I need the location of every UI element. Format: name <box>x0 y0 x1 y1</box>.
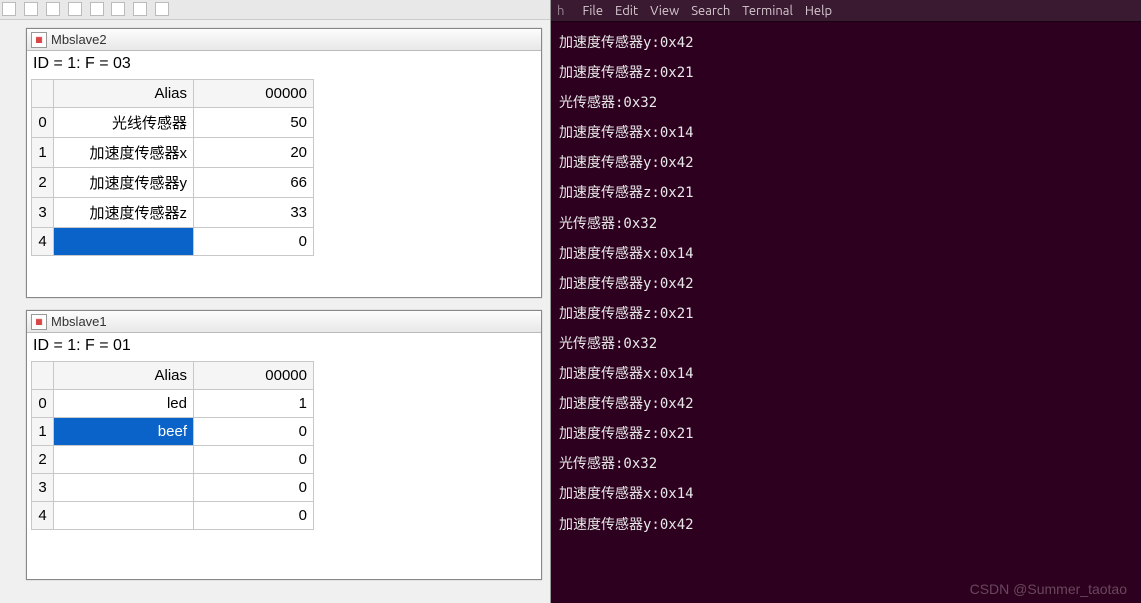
value-cell[interactable]: 0 <box>194 418 314 446</box>
table-row[interactable]: 40 <box>32 228 314 256</box>
table-row[interactable]: 0led1 <box>32 390 314 418</box>
header-blank <box>32 80 54 108</box>
subheader: ID = 1: F = 01 <box>27 333 541 359</box>
title-hint: h <box>557 4 564 18</box>
header-blank <box>32 362 54 390</box>
terminal-pane: h File Edit View Search Terminal Help 加速度传感器y… <box>551 0 1141 603</box>
alias-cell[interactable]: led <box>54 390 194 418</box>
toolbar-button[interactable] <box>68 2 82 16</box>
left-pane: ▦ Mbslave2 ID = 1: F = 03 Alias000000光线传… <box>0 0 551 603</box>
table-row[interactable]: 0光线传感器50 <box>32 108 314 138</box>
window-title: Mbslave2 <box>51 32 107 47</box>
window-title: Mbslave1 <box>51 314 107 329</box>
alias-cell[interactable]: 加速度传感器z <box>54 198 194 228</box>
toolbar-button[interactable] <box>46 2 60 16</box>
alias-cell[interactable] <box>54 474 194 502</box>
toolbar <box>0 0 550 20</box>
toolbar-button[interactable] <box>2 2 16 16</box>
menubar[interactable]: h File Edit View Search Terminal Help <box>551 0 1141 22</box>
table-row[interactable]: 20 <box>32 446 314 474</box>
alias-cell[interactable] <box>54 502 194 530</box>
alias-cell[interactable] <box>54 446 194 474</box>
table-row[interactable]: 1beef0 <box>32 418 314 446</box>
app-icon: ▦ <box>31 314 47 330</box>
value-cell[interactable]: 50 <box>194 108 314 138</box>
row-index: 2 <box>32 168 54 198</box>
value-cell[interactable]: 0 <box>194 446 314 474</box>
titlebar[interactable]: ▦ Mbslave1 <box>27 311 541 333</box>
grid: Alias000000led11beef0203040 <box>27 359 541 532</box>
value-cell[interactable]: 1 <box>194 390 314 418</box>
app-icon: ▦ <box>31 32 47 48</box>
header-value[interactable]: 00000 <box>194 80 314 108</box>
menu-terminal[interactable]: Terminal <box>742 4 793 18</box>
value-cell[interactable]: 0 <box>194 228 314 256</box>
row-index: 2 <box>32 446 54 474</box>
menu-search[interactable]: Search <box>691 4 730 18</box>
value-cell[interactable]: 0 <box>194 474 314 502</box>
row-index: 1 <box>32 418 54 446</box>
menu-file[interactable]: File <box>582 4 603 18</box>
titlebar[interactable]: ▦ Mbslave2 <box>27 29 541 51</box>
window-mbslave2[interactable]: ▦ Mbslave2 ID = 1: F = 03 Alias000000光线传… <box>26 28 542 298</box>
alias-cell[interactable]: 加速度传感器y <box>54 168 194 198</box>
row-index: 4 <box>32 228 54 256</box>
value-cell[interactable]: 20 <box>194 138 314 168</box>
terminal-output[interactable]: 加速度传感器y:0x42 加速度传感器z:0x21 光传感器:0x32 加速度传… <box>551 22 1141 546</box>
toolbar-button[interactable] <box>24 2 38 16</box>
row-index: 4 <box>32 502 54 530</box>
table-row[interactable]: 3加速度传感器z33 <box>32 198 314 228</box>
window-mbslave1[interactable]: ▦ Mbslave1 ID = 1: F = 01 Alias000000led… <box>26 310 542 580</box>
row-index: 3 <box>32 198 54 228</box>
table-row[interactable]: 40 <box>32 502 314 530</box>
alias-cell[interactable]: beef <box>54 418 194 446</box>
grid: Alias000000光线传感器501加速度传感器x202加速度传感器y663加… <box>27 77 541 258</box>
row-index: 3 <box>32 474 54 502</box>
table-row[interactable]: 2加速度传感器y66 <box>32 168 314 198</box>
table-row[interactable]: 30 <box>32 474 314 502</box>
menu-help[interactable]: Help <box>805 4 832 18</box>
menu-edit[interactable]: Edit <box>615 4 638 18</box>
alias-cell[interactable]: 光线传感器 <box>54 108 194 138</box>
alias-cell[interactable] <box>54 228 194 256</box>
toolbar-button[interactable] <box>155 2 169 16</box>
toolbar-button[interactable] <box>90 2 104 16</box>
value-cell[interactable]: 66 <box>194 168 314 198</box>
subheader: ID = 1: F = 03 <box>27 51 541 77</box>
header-alias[interactable]: Alias <box>54 362 194 390</box>
value-cell[interactable]: 33 <box>194 198 314 228</box>
row-index: 0 <box>32 108 54 138</box>
value-cell[interactable]: 0 <box>194 502 314 530</box>
menu-view[interactable]: View <box>650 4 679 18</box>
header-alias[interactable]: Alias <box>54 80 194 108</box>
toolbar-button[interactable] <box>133 2 147 16</box>
table-row[interactable]: 1加速度传感器x20 <box>32 138 314 168</box>
watermark: CSDN @Summer_taotao <box>970 581 1127 597</box>
header-value[interactable]: 00000 <box>194 362 314 390</box>
alias-cell[interactable]: 加速度传感器x <box>54 138 194 168</box>
row-index: 1 <box>32 138 54 168</box>
toolbar-button[interactable] <box>111 2 125 16</box>
row-index: 0 <box>32 390 54 418</box>
